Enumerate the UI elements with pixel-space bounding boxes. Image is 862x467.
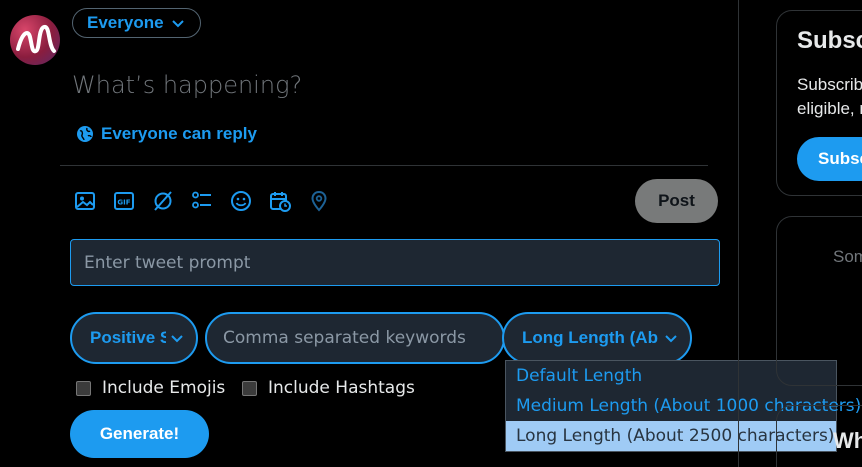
tweet-prompt-input[interactable]	[70, 239, 720, 286]
location-icon[interactable]	[306, 188, 332, 214]
globe-icon	[77, 126, 93, 142]
who-to-follow-card: Who to follow	[776, 405, 862, 467]
reply-settings[interactable]: Everyone can reply	[76, 124, 257, 144]
divider	[60, 165, 708, 166]
tone-select-value: Positive Sentiment	[90, 328, 166, 347]
premium-card-title: Subscribe to Premium	[797, 27, 862, 54]
premium-card-body-line: eligible, receive a share of ads revenue…	[797, 99, 862, 118]
include-emojis-checkbox[interactable]	[76, 380, 91, 396]
include-hashtags-option[interactable]: Include Hashtags	[242, 378, 415, 398]
svg-text:GIF: GIF	[117, 199, 130, 207]
audience-selector[interactable]: Everyone	[72, 8, 201, 38]
subscribe-button[interactable]: Subscribe	[797, 137, 862, 181]
premium-card: Subscribe to Premium Subscribe to unlock…	[776, 10, 862, 196]
tone-select[interactable]: Positive Sentiment	[70, 312, 198, 364]
premium-card-body: Subscribe to unlock new features and if …	[797, 73, 862, 121]
include-emojis-label: Include Emojis	[102, 378, 226, 398]
trends-card-message: Something went wrong.	[833, 247, 862, 266]
poll-icon[interactable]	[189, 188, 215, 214]
length-select[interactable]: Long Length (About 2500 characters)	[502, 312, 692, 364]
grok-icon[interactable]	[150, 188, 176, 214]
avatar[interactable]	[10, 15, 60, 65]
generate-button[interactable]: Generate!	[70, 410, 209, 458]
chevron-down-icon	[171, 335, 183, 343]
include-hashtags-label: Include Hashtags	[268, 378, 415, 398]
post-button[interactable]: Post	[635, 179, 718, 223]
keywords-input[interactable]	[205, 312, 505, 364]
premium-card-body-line: Subscribe to unlock new features and if	[797, 75, 862, 94]
include-hashtags-checkbox[interactable]	[242, 380, 257, 396]
include-emojis-option[interactable]: Include Emojis	[76, 378, 225, 398]
image-icon[interactable]	[72, 188, 98, 214]
compose-input[interactable]: What’s happening?	[72, 71, 302, 99]
compose-toolbar: GIF	[72, 188, 332, 214]
who-to-follow-title: Who to follow	[833, 428, 862, 453]
emoji-icon[interactable]	[228, 188, 254, 214]
chevron-down-icon	[171, 20, 184, 28]
length-select-value: Long Length (About 2500 characters)	[522, 328, 658, 347]
gif-icon[interactable]: GIF	[111, 188, 137, 214]
column-divider	[738, 0, 739, 467]
chevron-down-icon	[665, 335, 677, 343]
audience-label: Everyone	[87, 13, 164, 32]
reply-settings-label: Everyone can reply	[101, 124, 257, 143]
schedule-icon[interactable]	[267, 188, 293, 214]
trends-card: Something went wrong.	[776, 216, 862, 386]
